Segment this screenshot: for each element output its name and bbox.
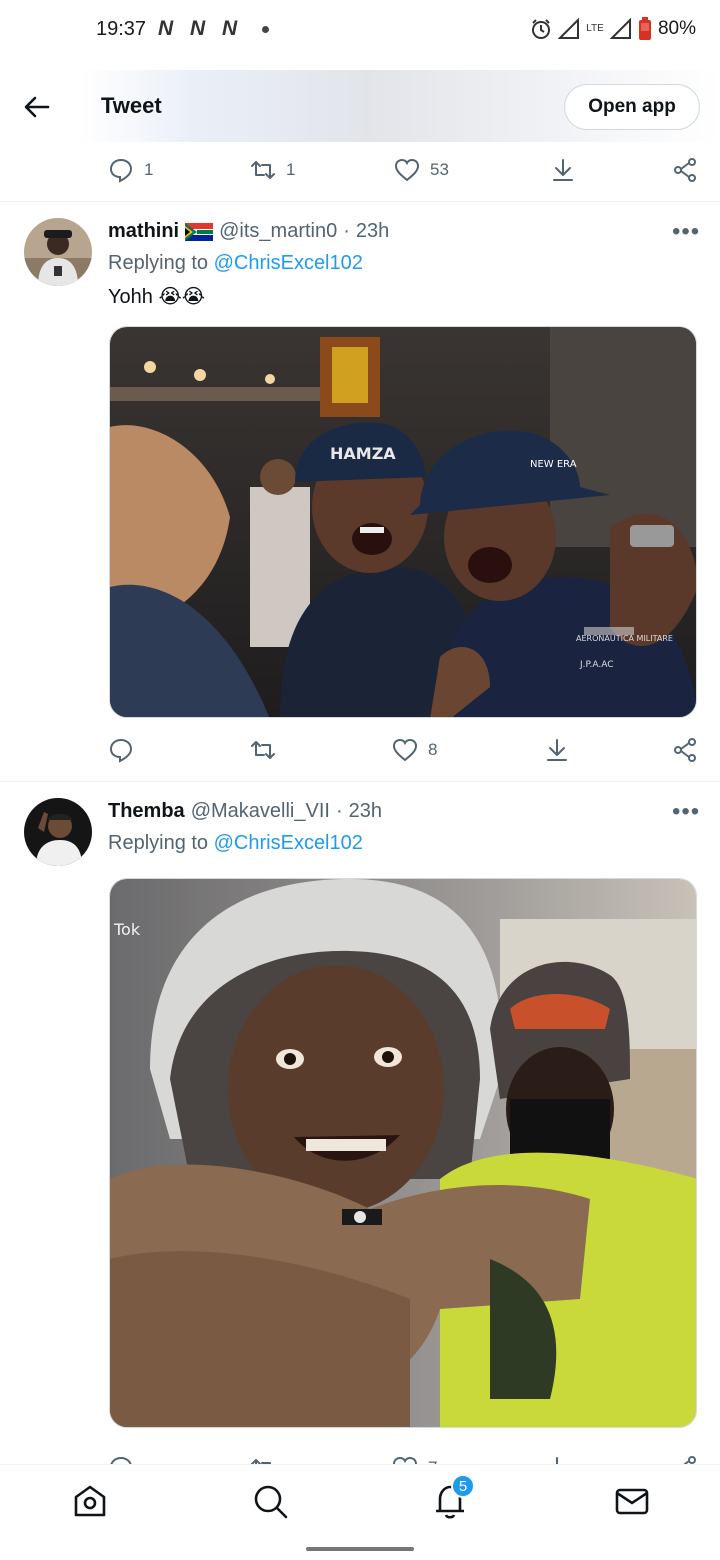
divider: [0, 781, 720, 782]
share-icon: [674, 738, 696, 762]
home-icon[interactable]: [70, 1481, 110, 1521]
more-options-icon[interactable]: •••: [672, 218, 700, 246]
alarm-icon: [531, 19, 550, 39]
jacket-text: AERONAUTICA MILITARE: [576, 634, 673, 643]
replying-to: Replying to @ChrisExcel102: [108, 252, 363, 275]
replying-to: Replying to @ChrisExcel102: [108, 832, 363, 855]
main-tweet-actions: 1 1 53: [0, 148, 720, 192]
mention-link[interactable]: @ChrisExcel102: [214, 252, 363, 274]
reply-button[interactable]: [108, 1446, 144, 1466]
retweet-button[interactable]: [250, 1446, 286, 1466]
battery-icon: [638, 17, 651, 40]
lte-label: LTE: [586, 23, 604, 34]
heart-icon: [394, 158, 420, 182]
tweet-header: Tweet Open app: [0, 70, 720, 142]
notification-badge: 5: [451, 1474, 475, 1498]
status-dot-icon: [262, 26, 269, 33]
tweet-actions-partial: 7: [0, 1446, 720, 1466]
status-right: LTE 80%: [530, 14, 696, 44]
like-count: 8: [428, 740, 438, 759]
display-name[interactable]: mathini: [108, 220, 179, 243]
reply-count: 1: [144, 160, 154, 179]
display-name[interactable]: Themba: [108, 800, 185, 823]
separator-dot: ·: [343, 220, 350, 242]
search-icon[interactable]: [250, 1481, 290, 1521]
separator-dot: ·: [335, 800, 343, 822]
download-button[interactable]: [550, 148, 576, 192]
reply-button[interactable]: [108, 728, 144, 772]
status-time: 19:37: [96, 18, 147, 40]
download-icon: [547, 739, 567, 761]
like-count: 53: [430, 160, 449, 179]
retweet-button[interactable]: [250, 728, 286, 772]
handle[interactable]: @Makavelli_VII: [191, 800, 330, 823]
network-n-icon: N: [158, 17, 173, 40]
like-button[interactable]: 53: [394, 148, 449, 192]
back-arrow-icon[interactable]: [22, 92, 52, 122]
avatar-image: [24, 798, 92, 866]
share-button[interactable]: [672, 148, 698, 192]
handle[interactable]: @its_martin0: [219, 220, 337, 243]
replying-prefix: Replying to: [108, 832, 209, 854]
reply-icon: [109, 158, 133, 183]
retweet-count: 1: [286, 160, 296, 179]
signal-icon-2: [609, 18, 631, 39]
crying-emoji: 😭😭: [158, 286, 206, 308]
avatar[interactable]: [24, 798, 92, 866]
avatar[interactable]: [24, 218, 92, 286]
cap-brand-text: NEW ERA: [530, 459, 577, 470]
replying-prefix: Replying to: [108, 252, 209, 274]
retweet-button[interactable]: 1: [250, 148, 295, 192]
signal-icon: [557, 18, 579, 39]
tweet-media-video[interactable]: Tok: [109, 878, 697, 1428]
share-button[interactable]: [672, 1446, 698, 1466]
tweet-body: Yohh: [108, 286, 153, 308]
reply-icon: [109, 738, 133, 763]
download-icon: [553, 159, 573, 181]
tweet-media-photo[interactable]: HAMZA NEW ERA AERONAUTICA MILITARE J.P.A…: [109, 326, 697, 718]
download-button[interactable]: [544, 728, 570, 772]
share-icon: [674, 158, 696, 182]
network-n-icon: N: [190, 17, 205, 40]
avatar-image: [24, 218, 92, 286]
cap-logo-text: HAMZA: [330, 444, 396, 463]
tiktok-watermark: Tok: [113, 920, 141, 939]
tweet-time: 23h: [355, 220, 390, 242]
page-title: Tweet: [101, 93, 162, 118]
reply-button[interactable]: 1: [108, 148, 153, 192]
messages-icon[interactable]: [612, 1481, 652, 1521]
heart-icon: [392, 738, 418, 762]
south-africa-flag-icon: [185, 222, 214, 241]
retweet-icon: [251, 161, 275, 179]
tweet-text: Yohh 😭😭: [108, 284, 205, 309]
photo-two-men-laughing: HAMZA NEW ERA AERONAUTICA MILITARE J.P.A…: [110, 327, 696, 717]
more-options-icon[interactable]: •••: [672, 798, 700, 826]
like-button[interactable]: 7: [392, 1446, 437, 1466]
open-app-button[interactable]: Open app: [564, 84, 700, 130]
divider: [0, 201, 720, 202]
bottom-nav: [0, 1464, 720, 1536]
network-n-icon: N: [222, 17, 237, 40]
status-bar: 19:37 N N N LTE 80%: [0, 0, 720, 60]
battery-percent: 80%: [657, 18, 696, 39]
retweet-icon: [251, 741, 275, 759]
like-button[interactable]: 8: [392, 728, 437, 772]
mention-link[interactable]: @ChrisExcel102: [214, 832, 363, 854]
gesture-bar[interactable]: [306, 1547, 414, 1551]
tweet-header-line: mathini @its_martin0 · 23h: [108, 220, 389, 243]
jacket-text-2: J.P.A.AC: [579, 660, 614, 670]
photo-helmet-riders: Tok: [110, 879, 696, 1427]
tweet-actions: 8: [0, 728, 720, 772]
download-button[interactable]: [544, 1446, 570, 1466]
tweet-time: 23h: [348, 800, 382, 822]
share-button[interactable]: [672, 728, 698, 772]
tweet-header-line: Themba @Makavelli_VII · 23h: [108, 800, 382, 823]
